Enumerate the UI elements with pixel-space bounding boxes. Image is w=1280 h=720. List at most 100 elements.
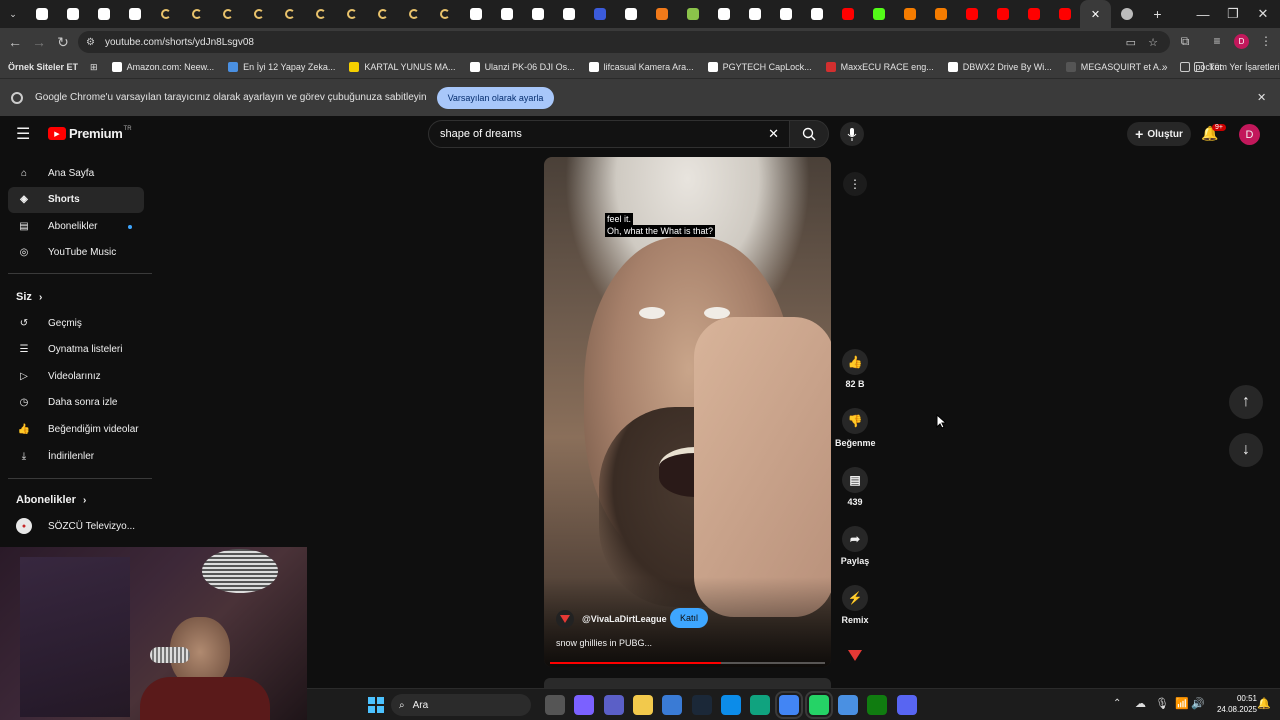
dislike-icon[interactable]: 👎 xyxy=(842,408,868,434)
browser-tab[interactable] xyxy=(150,0,181,28)
sidebar-item[interactable]: ☰ Oynatma listeleri xyxy=(8,337,144,363)
bookmark-item[interactable]: PGYTECH CapLock... xyxy=(707,62,812,72)
minimize-button[interactable]: — xyxy=(1188,0,1218,28)
discord-icon[interactable] xyxy=(896,695,917,715)
url-text[interactable]: youtube.com/shorts/ydJn8Lsgv08 xyxy=(105,37,254,48)
menu-icon[interactable]: ⋮ xyxy=(1258,30,1274,52)
short-video-player[interactable]: feel it. Oh, what the What is that? @Viv… xyxy=(544,157,831,667)
search-value[interactable]: shape of dreams xyxy=(440,128,522,140)
browser-tab[interactable] xyxy=(367,0,398,28)
short-action-remix[interactable]: ⚡ Remix xyxy=(835,585,875,625)
share-icon[interactable]: ➦ xyxy=(842,526,868,552)
browser-tab[interactable] xyxy=(925,0,956,28)
xbox-icon[interactable] xyxy=(867,695,888,715)
steam-icon[interactable] xyxy=(691,695,712,715)
subscriptions-section-header[interactable]: Abonelikler › xyxy=(16,494,86,506)
tab-chrome[interactable] xyxy=(1111,0,1142,28)
set-default-button[interactable]: Varsayılan olarak ayarla xyxy=(436,86,555,109)
channel-name[interactable]: @VivaLaDirtLeague xyxy=(582,614,667,624)
browser-tab[interactable] xyxy=(212,0,243,28)
browser-tab[interactable] xyxy=(460,0,491,28)
browser-tab[interactable] xyxy=(398,0,429,28)
browser-tab[interactable] xyxy=(429,0,460,28)
more-bookmarks-icon[interactable]: » xyxy=(1162,62,1168,73)
browser-tab[interactable] xyxy=(615,0,646,28)
voice-search-button[interactable] xyxy=(840,122,864,146)
edge-icon[interactable] xyxy=(720,695,741,715)
sidebar-item[interactable]: ▤ Abonelikler xyxy=(8,213,144,239)
browser-tab[interactable] xyxy=(863,0,894,28)
clear-search-icon[interactable]: ✕ xyxy=(768,126,779,142)
chatgpt-icon[interactable] xyxy=(750,695,771,715)
sidebar-item[interactable]: ↺ Geçmiş xyxy=(8,310,144,336)
bookmark-item[interactable]: En İyi 12 Yapay Zeka... xyxy=(228,62,335,72)
browser-tab[interactable] xyxy=(26,0,57,28)
you-section-header[interactable]: Siz › xyxy=(16,291,42,303)
forward-icon[interactable]: → xyxy=(27,30,51,54)
new-tab-button[interactable]: + xyxy=(1142,0,1173,28)
browser-tab[interactable] xyxy=(336,0,367,28)
bookmark-item[interactable]: KARTAL YUNUS MA... xyxy=(349,62,456,72)
previous-short-button[interactable]: ↑ xyxy=(1229,385,1263,419)
notification-center-icon[interactable]: 🔔 xyxy=(1257,697,1271,710)
all-bookmarks[interactable]: Tüm Yer İşaretleri xyxy=(1194,62,1280,72)
channel-mini-avatar[interactable] xyxy=(846,646,864,664)
browser-tab[interactable] xyxy=(739,0,770,28)
apps-grid-icon[interactable]: ⊞ xyxy=(90,62,98,73)
youtube-logo[interactable]: ▶ Premium TR xyxy=(48,126,132,141)
browser-tab[interactable] xyxy=(274,0,305,28)
bookmark-star-icon[interactable]: ☆ xyxy=(1148,36,1158,49)
bookmark-item[interactable]: lifcasual Kamera Ara... xyxy=(588,62,694,72)
sidebar-item[interactable]: ◎ YouTube Music xyxy=(8,240,144,266)
browser-tab[interactable] xyxy=(88,0,119,28)
reload-icon[interactable]: ↻ xyxy=(51,30,75,54)
bookmark-item[interactable]: Amazon.com: Neew... xyxy=(111,62,214,72)
short-action-dislike[interactable]: 👎 Beğenme xyxy=(835,408,876,448)
short-title[interactable]: snow ghillies in PUBG... xyxy=(556,638,652,648)
search-input[interactable]: shape of dreams ✕ xyxy=(428,120,790,148)
join-button[interactable]: Katıl xyxy=(670,608,709,628)
sidebar-item[interactable]: ⌂ Ana Sayfa xyxy=(8,160,144,186)
sidebar-item[interactable]: ▷ Videolarınız xyxy=(8,363,144,389)
short-action-share[interactable]: ➦ Paylaş xyxy=(835,526,875,566)
extensions-icon[interactable]: ⧉ xyxy=(1174,30,1196,52)
comment-icon[interactable]: ▤ xyxy=(842,467,868,493)
task-view-icon[interactable] xyxy=(545,695,565,715)
browser-tab[interactable] xyxy=(770,0,801,28)
bookmark-item[interactable]: DBWX2 Drive By Wi... xyxy=(947,62,1052,72)
chrome-icon[interactable] xyxy=(775,691,804,719)
address-bar[interactable]: ⚙ youtube.com/shorts/ydJn8Lsgv08 ▭ ☆ xyxy=(78,31,1170,53)
progress-track[interactable] xyxy=(550,662,825,664)
browser-tab[interactable] xyxy=(305,0,336,28)
infobar-close-icon[interactable]: ✕ xyxy=(1257,91,1266,104)
browser-tab[interactable] xyxy=(522,0,553,28)
sidebar-item[interactable]: 👍 Beğendiğim videolar xyxy=(8,416,144,442)
bookmark-item[interactable]: MaxxECU RACE eng... xyxy=(825,62,934,72)
bookmark-item[interactable]: MEGASQUIRT et A... xyxy=(1065,62,1166,72)
clock[interactable]: 00:51 24.08.2025 xyxy=(1207,693,1257,715)
tray-overflow-icon[interactable]: ⌃ xyxy=(1113,698,1121,709)
whatsapp-icon[interactable] xyxy=(804,691,833,719)
browser-tab[interactable] xyxy=(677,0,708,28)
site-info-icon[interactable]: ⚙ xyxy=(86,37,95,48)
browser-tab[interactable] xyxy=(646,0,677,28)
more-options-icon[interactable]: ⋮ xyxy=(843,172,867,196)
browser-tab[interactable] xyxy=(57,0,88,28)
sidebar-item[interactable]: ● SÖZCÜ Televizyo... xyxy=(8,513,144,539)
microphone-tray-icon[interactable]: 🎙 xyxy=(1155,697,1169,710)
hamburger-menu-icon[interactable]: ☰ xyxy=(16,124,30,144)
browser-tab[interactable] xyxy=(801,0,832,28)
browser-tab[interactable] xyxy=(243,0,274,28)
tab-search-button[interactable]: ⌄ xyxy=(0,0,26,28)
browser-tab[interactable] xyxy=(553,0,584,28)
store-icon[interactable] xyxy=(662,695,683,715)
browser-tab[interactable] xyxy=(708,0,739,28)
remix-icon[interactable]: ⚡ xyxy=(842,585,868,611)
browser-tab[interactable] xyxy=(584,0,615,28)
short-action-comment[interactable]: ▤ 439 xyxy=(835,467,875,507)
create-button[interactable]: + Oluştur xyxy=(1127,122,1191,146)
browser-tab[interactable] xyxy=(832,0,863,28)
browser-tab[interactable] xyxy=(956,0,987,28)
browser-tab[interactable] xyxy=(987,0,1018,28)
browser-tab[interactable] xyxy=(491,0,522,28)
